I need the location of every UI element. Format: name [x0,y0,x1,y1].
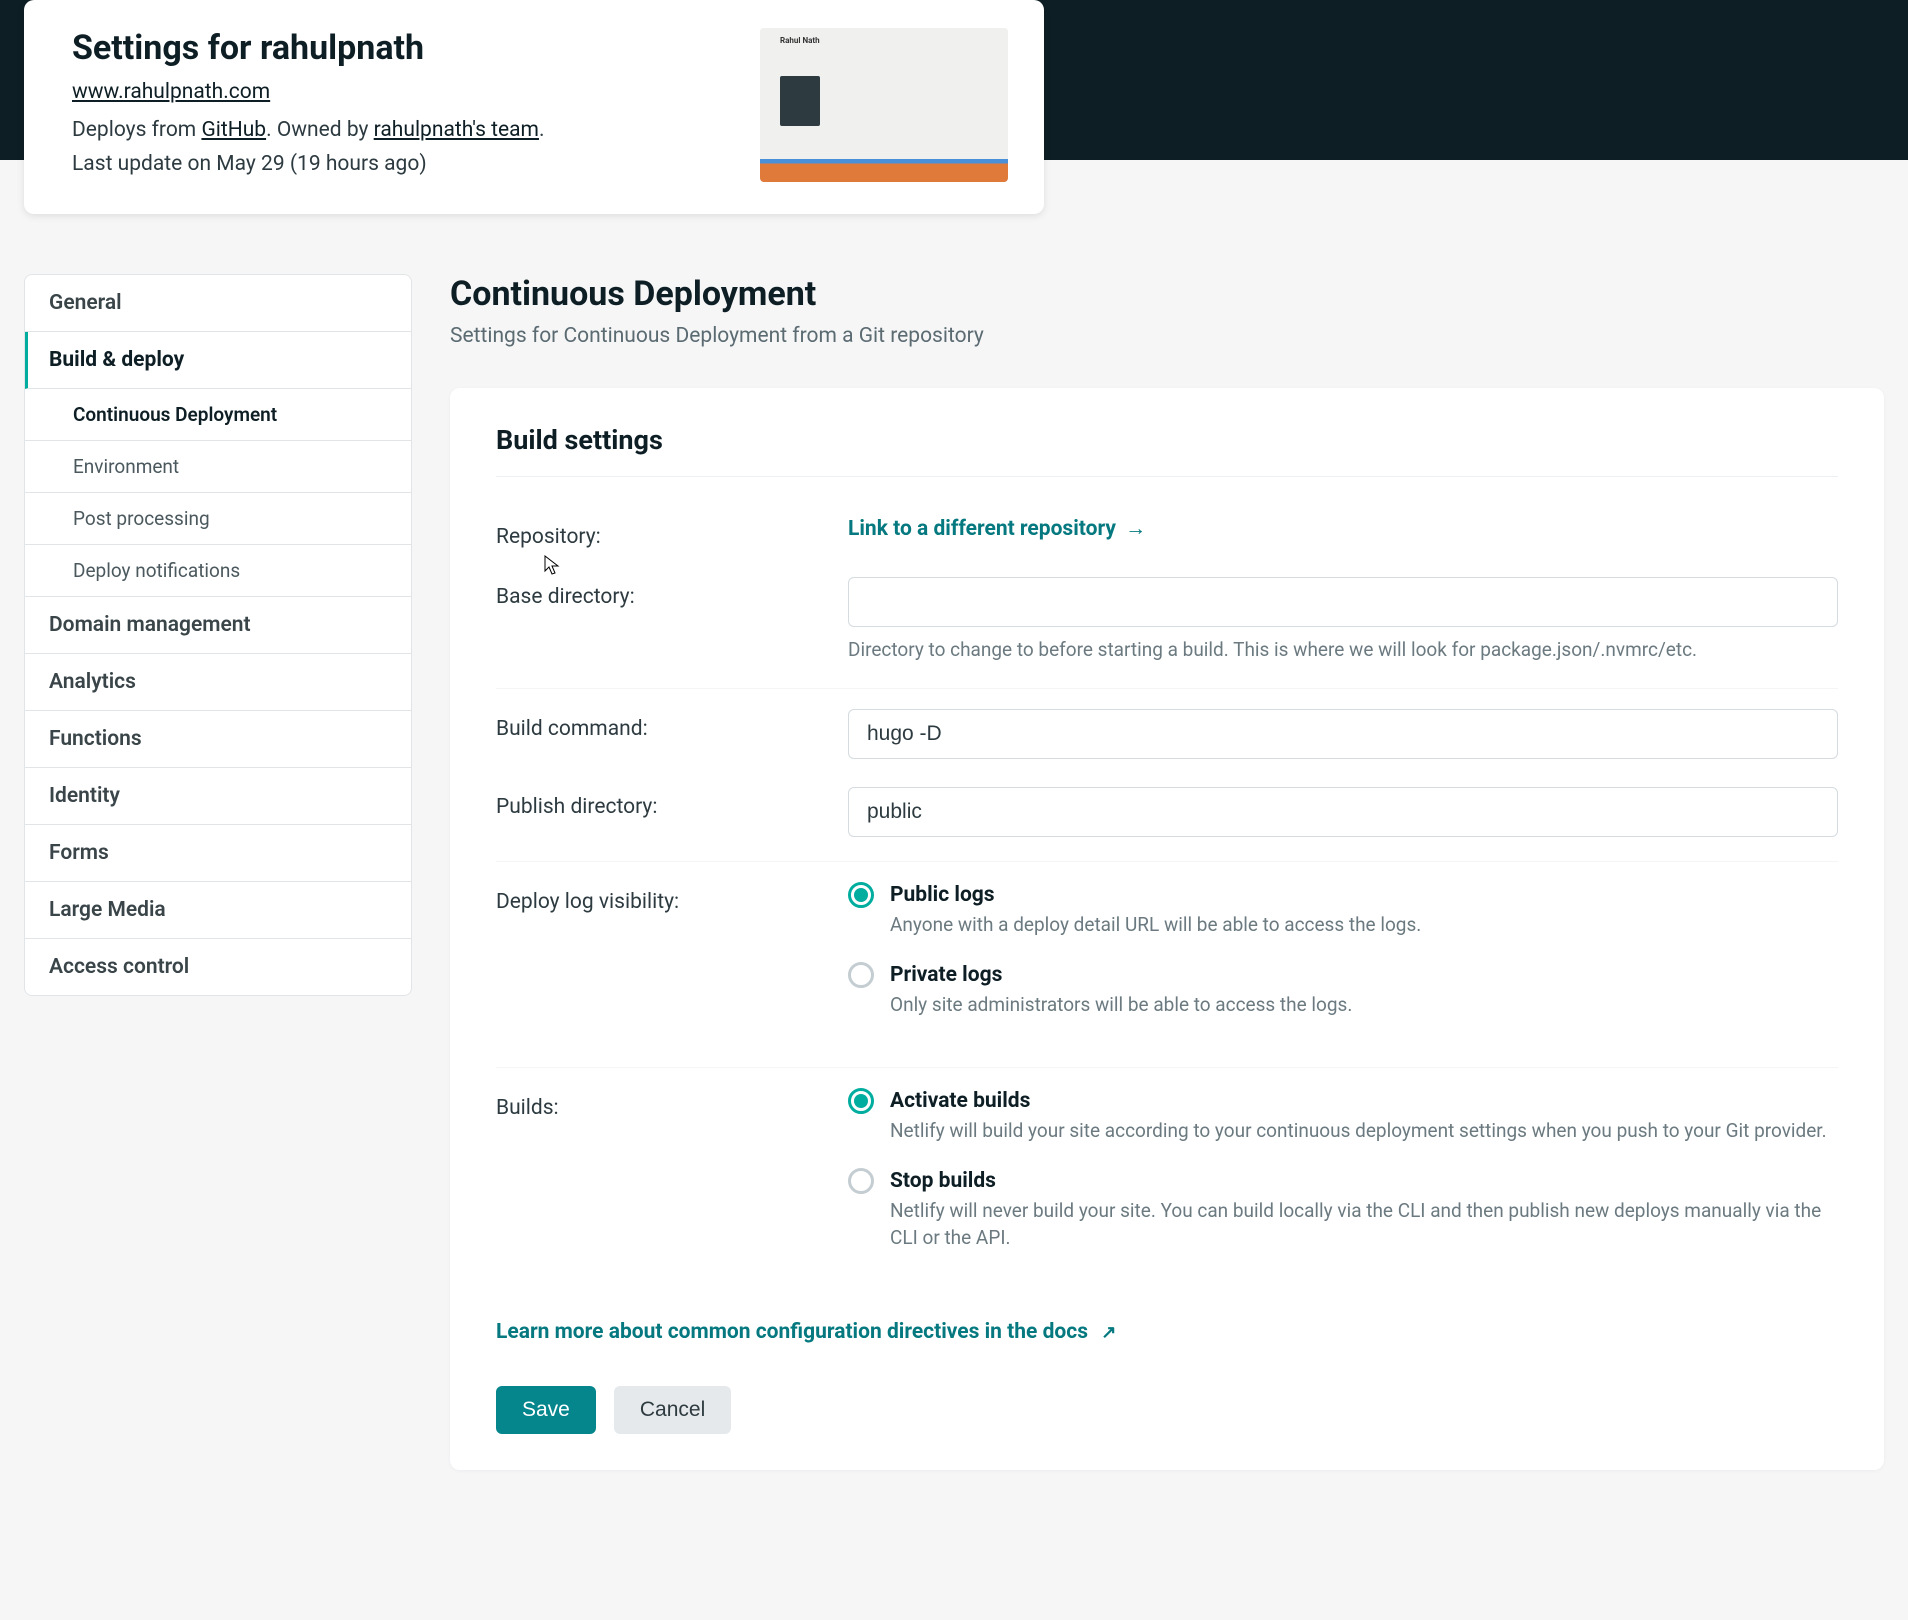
sidebar-subitem-deploy-notifications[interactable]: Deploy notifications [25,545,411,597]
panel-title: Build settings [496,424,1838,477]
link-repo-text: Link to a different repository [848,517,1116,541]
sidebar-item-identity[interactable]: Identity [25,768,411,825]
radio-title: Private logs [890,963,1002,987]
owned-by-suffix: . [539,118,545,142]
radio-icon [848,962,874,988]
owned-by-prefix: . Owned by [266,118,374,142]
last-update-text: Last update on May 29 (19 hours ago) [72,152,545,176]
publish-directory-label: Publish directory: [496,787,848,819]
radio-icon [848,882,874,908]
publish-directory-input[interactable] [848,787,1838,837]
learn-more-text: Learn more about common configuration di… [496,1320,1088,1344]
external-link-icon: ↗ [1101,1322,1116,1343]
sidebar-item-general[interactable]: General [25,275,411,332]
radio-desc: Only site administrators will be able to… [890,992,1838,1019]
learn-more-link[interactable]: Learn more about common configuration di… [496,1320,1116,1344]
radio-desc: Netlify will build your site according t… [890,1118,1838,1145]
radio-desc: Netlify will never build your site. You … [890,1198,1838,1251]
save-button[interactable]: Save [496,1386,596,1434]
site-preview-thumbnail[interactable]: Rahul Nath [760,28,1008,182]
radio-private-logs[interactable]: Private logs Only site administrators wi… [848,962,1838,1019]
build-settings-panel: Build settings Repository: Link to a dif… [450,388,1884,1470]
page-title: Settings for rahulpnath [72,28,545,68]
cursor-icon [544,555,560,577]
builds-label: Builds: [496,1088,848,1120]
radio-icon [848,1168,874,1194]
sidebar-item-domain[interactable]: Domain management [25,597,411,654]
preview-site-name: Rahul Nath [780,36,820,45]
sidebar-item-functions[interactable]: Functions [25,711,411,768]
link-different-repo[interactable]: Link to a different repository → [848,517,1146,541]
sidebar-item-access-control[interactable]: Access control [25,939,411,995]
base-directory-input[interactable] [848,577,1838,627]
deploy-log-label: Deploy log visibility: [496,882,848,914]
arrow-right-icon: → [1125,517,1146,541]
team-link[interactable]: rahulpnath's team [374,118,539,142]
radio-icon [848,1088,874,1114]
content-heading: Continuous Deployment [450,274,1884,314]
site-header-card: Settings for rahulpnath www.rahulpnath.c… [24,0,1044,214]
radio-title: Activate builds [890,1089,1030,1113]
github-link[interactable]: GitHub [201,118,266,142]
base-directory-help: Directory to change to before starting a… [848,637,1838,664]
cancel-button[interactable]: Cancel [614,1386,731,1434]
sidebar-item-analytics[interactable]: Analytics [25,654,411,711]
settings-sidebar: General Build & deploy Continuous Deploy… [24,274,412,996]
deploys-prefix: Deploys from [72,118,201,142]
site-deploy-meta: Deploys from GitHub. Owned by rahulpnath… [72,118,545,142]
build-command-input[interactable] [848,709,1838,759]
build-command-label: Build command: [496,709,848,741]
content-subheading: Settings for Continuous Deployment from … [450,324,1884,348]
radio-stop-builds[interactable]: Stop builds Netlify will never build you… [848,1168,1838,1251]
sidebar-item-forms[interactable]: Forms [25,825,411,882]
site-url-link[interactable]: www.rahulpnath.com [72,80,270,104]
radio-activate-builds[interactable]: Activate builds Netlify will build your … [848,1088,1838,1145]
sidebar-subitem-environment[interactable]: Environment [25,441,411,493]
radio-title: Stop builds [890,1169,996,1193]
radio-title: Public logs [890,883,995,907]
radio-desc: Anyone with a deploy detail URL will be … [890,912,1838,939]
sidebar-item-large-media[interactable]: Large Media [25,882,411,939]
sidebar-item-build-deploy[interactable]: Build & deploy [25,332,411,389]
base-directory-label: Base directory: [496,577,848,609]
radio-public-logs[interactable]: Public logs Anyone with a deploy detail … [848,882,1838,939]
sidebar-subitem-postprocessing[interactable]: Post processing [25,493,411,545]
repository-label: Repository: [496,517,848,549]
sidebar-subitem-cd[interactable]: Continuous Deployment [25,389,411,441]
